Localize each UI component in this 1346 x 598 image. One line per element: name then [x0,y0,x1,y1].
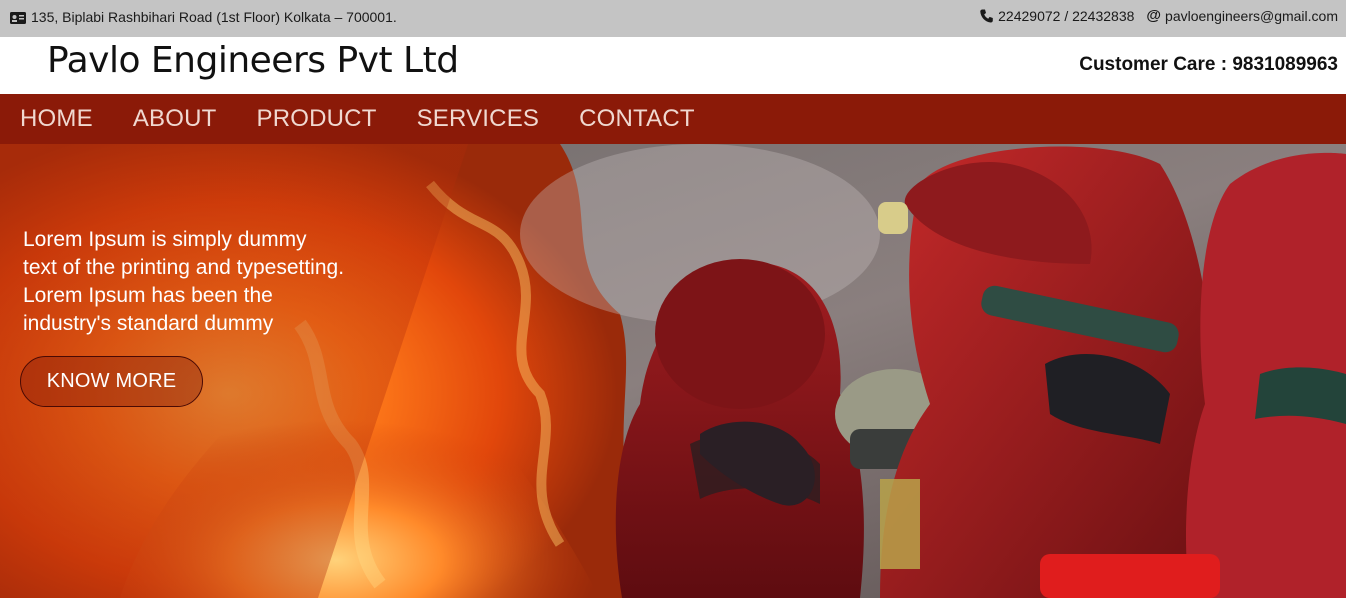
address-text: 135, Biplabi Rashbihari Road (1st Floor)… [31,9,397,25]
phone-numbers: 22429072 / 22432838 [998,8,1135,24]
contact-block: 22429072 / 22432838 @ pavloengineers@gma… [980,8,1338,24]
brand-logo-text[interactable]: Pavlo Engineers Pvt Ltd [47,40,459,81]
nav-item-product[interactable]: PRODUCT [257,105,377,133]
top-info-bar: 135, Biplabi Rashbihari Road (1st Floor)… [0,0,1346,37]
email-item[interactable]: @ pavloengineers@gmail.com [1146,8,1338,24]
nav-item-services[interactable]: SERVICES [417,105,540,133]
phone-item[interactable]: 22429072 / 22432838 [980,8,1134,24]
at-icon: @ [1146,7,1162,24]
hero-banner: Lorem Ipsum is simply dummy text of the … [0,144,1346,598]
email-text: pavloengineers@gmail.com [1165,8,1338,24]
know-more-button[interactable]: KNOW MORE [20,356,203,407]
phone-icon [980,9,993,23]
nav-item-contact[interactable]: CONTACT [579,105,695,133]
hero-line: Lorem Ipsum is simply dummy [23,228,307,251]
customer-care-text: Customer Care : 9831089963 [1079,54,1338,75]
main-nav: HOME ABOUT PRODUCT SERVICES CONTACT [0,94,1346,144]
address-block: 135, Biplabi Rashbihari Road (1st Floor)… [10,9,397,25]
nav-item-about[interactable]: ABOUT [133,105,217,133]
hero-line: text of the printing and typesetting. [23,256,345,279]
id-card-icon [10,11,26,24]
hero-text: Lorem Ipsum is simply dummy text of the … [23,226,403,338]
site-header: Pavlo Engineers Pvt Ltd Customer Care : … [0,37,1346,94]
hero-line: Lorem Ipsum has been the [23,284,273,307]
nav-item-home[interactable]: HOME [20,105,93,133]
hero-line: industry's standard dummy [23,312,274,335]
firefighters-hero-image [0,144,1346,598]
